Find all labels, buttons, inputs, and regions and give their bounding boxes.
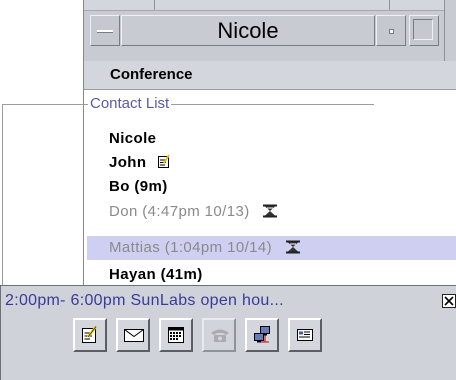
hourglass-icon <box>263 204 278 218</box>
contact-item-john[interactable]: John <box>109 152 172 174</box>
contact-name: Don (4:47pm 10/13) <box>109 203 250 220</box>
contact-name: John <box>109 154 147 171</box>
maximize-square-icon <box>413 19 433 40</box>
minimize-button[interactable] <box>376 15 406 46</box>
menu-conference[interactable]: Conference <box>110 66 193 83</box>
phone-button[interactable] <box>202 318 236 352</box>
envelope-icon <box>124 329 144 342</box>
contact-name: Nicole <box>109 130 157 147</box>
mail-button[interactable] <box>116 318 150 352</box>
title-bar-top-strip <box>84 0 456 11</box>
contact-name: Mattias (1:04pm 10/14) <box>109 239 273 256</box>
contact-item-hayan[interactable]: Hayan (41m) <box>109 264 203 286</box>
note-pencil-icon <box>82 325 97 343</box>
close-button[interactable] <box>442 294 456 308</box>
note-button[interactable] <box>73 318 107 352</box>
calendar-button[interactable] <box>159 318 193 352</box>
menu-bar: Conference <box>84 61 456 90</box>
contact-item-don[interactable]: Don (4:47pm 10/13) <box>109 201 278 223</box>
card-button[interactable] <box>288 318 322 352</box>
title-bar[interactable]: Nicole <box>84 0 456 63</box>
contact-name: Hayan (41m) <box>109 266 203 283</box>
phone-icon <box>211 329 229 342</box>
share-button[interactable] <box>245 318 279 352</box>
contact-item-nicole[interactable]: Nicole <box>109 128 156 150</box>
contact-item-bo[interactable]: Bo (9m) <box>109 176 168 198</box>
computers-icon <box>254 326 270 343</box>
title-bar-divider <box>389 0 390 10</box>
event-text[interactable]: 2:00pm- 6:00pm SunLabs open hou... <box>5 292 284 310</box>
note-icon <box>158 154 170 168</box>
close-icon <box>444 296 454 306</box>
hourglass-icon <box>285 240 300 254</box>
business-card-icon <box>297 329 313 341</box>
contact-list-legend: Contact List <box>88 95 172 112</box>
window-title[interactable]: Nicole <box>121 15 375 46</box>
minus-icon <box>97 30 113 33</box>
contact-item-mattias[interactable]: Mattias (1:04pm 10/14) <box>109 237 301 259</box>
title-bar-divider <box>154 0 155 10</box>
calendar-icon <box>168 327 184 343</box>
contact-name: Bo (9m) <box>109 178 168 195</box>
window-menu-button[interactable] <box>90 15 120 46</box>
maximize-button[interactable] <box>409 15 439 46</box>
minimize-dot-icon <box>389 29 394 34</box>
title-bar-edge <box>444 0 456 62</box>
